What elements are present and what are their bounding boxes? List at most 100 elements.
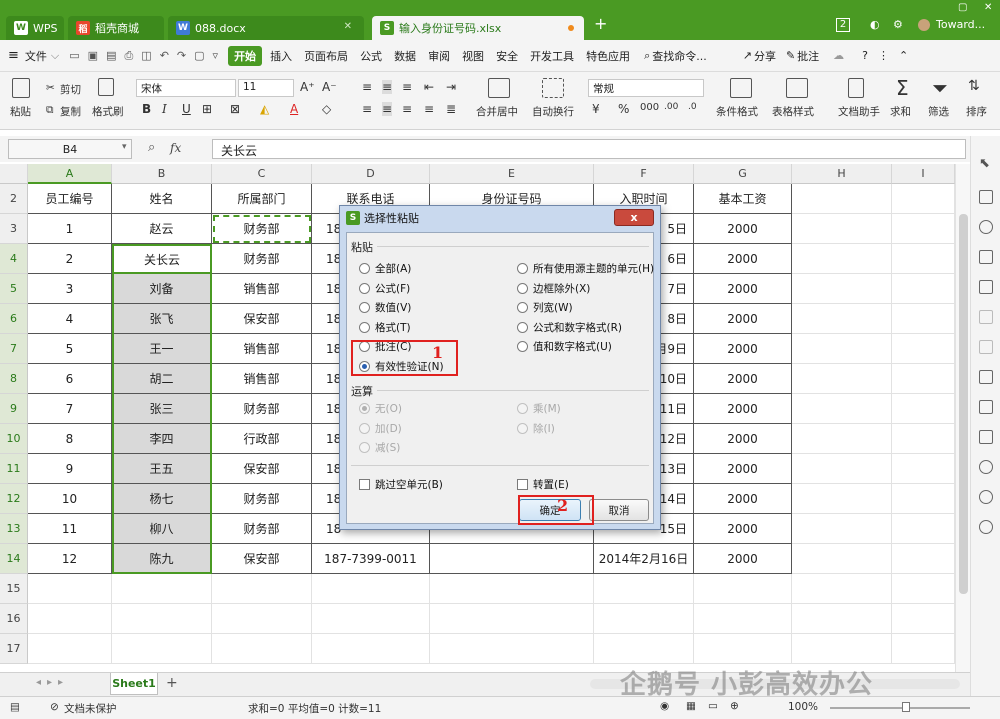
cell[interactable]: 2000 bbox=[694, 454, 792, 484]
cursor-select-icon[interactable]: ⬉ bbox=[979, 156, 990, 171]
align-left-icon[interactable]: ≡ bbox=[362, 102, 372, 116]
cell[interactable] bbox=[212, 574, 312, 604]
cell[interactable]: 2000 bbox=[694, 334, 792, 364]
cell[interactable] bbox=[212, 604, 312, 634]
undo-icon[interactable]: ↶ bbox=[160, 49, 169, 62]
cell[interactable] bbox=[892, 394, 955, 424]
zoom-slider-thumb[interactable] bbox=[902, 702, 910, 712]
cell[interactable] bbox=[792, 304, 892, 334]
cell[interactable] bbox=[312, 574, 430, 604]
column-header[interactable]: F bbox=[594, 164, 694, 184]
close-window-icon[interactable]: ✕ bbox=[984, 2, 992, 13]
menu-insert[interactable]: 插入 bbox=[270, 48, 292, 64]
cell[interactable]: 关长云 bbox=[112, 244, 212, 274]
cell[interactable]: 7 bbox=[28, 394, 112, 424]
cell[interactable]: 2014年2月16日 bbox=[594, 544, 694, 574]
help-icon[interactable]: ? bbox=[862, 49, 868, 62]
radio-icon[interactable] bbox=[517, 321, 528, 333]
zoom-search-icon[interactable]: ⌕ bbox=[148, 140, 155, 155]
align-bottom-icon[interactable]: ≡ bbox=[402, 80, 412, 94]
new-tab-button[interactable]: + bbox=[594, 14, 607, 33]
filter-button[interactable]: 筛选 bbox=[928, 104, 949, 119]
row-header[interactable]: 14 bbox=[0, 544, 28, 574]
macro-icon[interactable]: ▤ bbox=[10, 701, 20, 713]
column-header[interactable]: D bbox=[312, 164, 430, 184]
archive-icon[interactable] bbox=[979, 430, 993, 444]
save-icon[interactable]: ▣ bbox=[88, 49, 98, 62]
cell[interactable]: 销售部 bbox=[212, 364, 312, 394]
cell[interactable]: 财务部 bbox=[212, 394, 312, 424]
cell[interactable]: 胡二 bbox=[112, 364, 212, 394]
copy-icon[interactable]: ⧉ bbox=[46, 104, 54, 117]
cell[interactable]: 销售部 bbox=[212, 334, 312, 364]
cell[interactable] bbox=[792, 394, 892, 424]
cell[interactable]: 2000 bbox=[694, 214, 792, 244]
cell[interactable]: 财务部 bbox=[212, 514, 312, 544]
doc-helper-icon[interactable] bbox=[848, 78, 864, 98]
radio-icon[interactable] bbox=[517, 302, 528, 313]
comment-icon[interactable]: ✎ bbox=[786, 49, 795, 62]
radio-option[interactable]: 数值(V) bbox=[359, 300, 411, 315]
column-header[interactable]: A bbox=[28, 164, 112, 184]
cell[interactable] bbox=[594, 634, 694, 664]
cell[interactable] bbox=[792, 334, 892, 364]
row-header[interactable]: 7 bbox=[0, 334, 28, 364]
cell[interactable] bbox=[594, 574, 694, 604]
column-header[interactable]: H bbox=[792, 164, 892, 184]
cell[interactable] bbox=[892, 574, 955, 604]
column-header[interactable]: C bbox=[212, 164, 312, 184]
cell[interactable] bbox=[892, 334, 955, 364]
name-box[interactable]: B4 bbox=[8, 139, 132, 159]
cell[interactable]: 10 bbox=[28, 484, 112, 514]
zoom-level[interactable]: 100% bbox=[788, 701, 818, 713]
indent-decrease-icon[interactable]: ⇤ bbox=[424, 80, 434, 94]
format-painter-icon[interactable] bbox=[98, 78, 114, 96]
fill-color-icon[interactable]: ◭ bbox=[260, 102, 269, 116]
restore-window-icon[interactable]: ▢ bbox=[958, 2, 967, 13]
paste-icon[interactable] bbox=[12, 78, 30, 98]
fill-pattern-icon[interactable]: ⊠ bbox=[230, 102, 240, 116]
cell[interactable]: 保安部 bbox=[212, 544, 312, 574]
tab-wps[interactable]: W WPS bbox=[6, 16, 64, 40]
select-all-corner[interactable] bbox=[0, 164, 28, 184]
row-header[interactable]: 11 bbox=[0, 454, 28, 484]
filter-icon[interactable]: ⏷ bbox=[932, 76, 948, 100]
cell[interactable]: 2000 bbox=[694, 424, 792, 454]
sum-icon[interactable]: Σ bbox=[896, 76, 909, 100]
name-box-dropdown-icon[interactable]: ▾ bbox=[122, 142, 127, 152]
export-icon[interactable]: ▤ bbox=[106, 49, 116, 62]
hamburger-icon[interactable]: ≡ bbox=[8, 48, 19, 63]
menu-special[interactable]: 特色应用 bbox=[586, 48, 630, 64]
font-color-icon[interactable]: A bbox=[290, 102, 298, 116]
cell[interactable] bbox=[892, 634, 955, 664]
menu-view[interactable]: 视图 bbox=[462, 48, 484, 64]
cell[interactable]: 财务部 bbox=[212, 244, 312, 274]
row-header[interactable]: 17 bbox=[0, 634, 28, 664]
header-cell[interactable]: 基本工资 bbox=[694, 184, 792, 214]
radio-option[interactable]: 列宽(W) bbox=[517, 300, 573, 315]
tune-icon[interactable] bbox=[979, 310, 993, 324]
cut-icon[interactable]: ✂ bbox=[46, 82, 55, 94]
cell[interactable]: 1 bbox=[28, 214, 112, 244]
skip-blanks-checkbox[interactable]: 跳过空单元(B) bbox=[359, 477, 443, 492]
menu-review[interactable]: 审阅 bbox=[428, 48, 450, 64]
thousands-icon[interactable]: 000 bbox=[640, 102, 659, 113]
dialog-close-button[interactable]: x bbox=[614, 209, 654, 226]
menu-security[interactable]: 安全 bbox=[496, 48, 518, 64]
cell[interactable]: 2 bbox=[28, 244, 112, 274]
radio-option[interactable]: 格式(T) bbox=[359, 320, 411, 335]
bold-icon[interactable]: B bbox=[142, 102, 151, 116]
conditional-format-icon[interactable] bbox=[730, 78, 752, 98]
more-icon[interactable]: ▿ bbox=[213, 49, 219, 62]
cell[interactable] bbox=[792, 484, 892, 514]
wrap-text-button[interactable]: 自动换行 bbox=[532, 104, 574, 119]
cell[interactable]: 保安部 bbox=[212, 304, 312, 334]
command-search[interactable]: 查找命令... bbox=[652, 48, 707, 64]
cell[interactable] bbox=[112, 574, 212, 604]
cell[interactable] bbox=[28, 604, 112, 634]
column-header[interactable]: E bbox=[430, 164, 594, 184]
cell[interactable] bbox=[892, 604, 955, 634]
radio-option[interactable]: 所有使用源主题的单元(H) bbox=[517, 261, 654, 276]
merge-center-icon[interactable] bbox=[488, 78, 510, 98]
indent-increase-icon[interactable]: ⇥ bbox=[446, 80, 456, 94]
